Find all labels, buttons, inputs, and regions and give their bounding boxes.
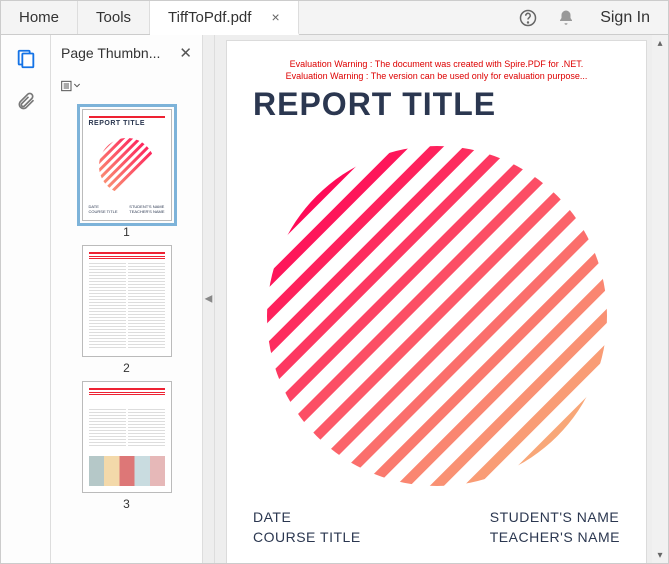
splitter[interactable]: ◀ (203, 35, 215, 563)
page-1: Evaluation Warning : The document was cr… (227, 41, 646, 563)
scroll-up-icon[interactable]: ▴ (652, 35, 668, 51)
thumb-1-num: 1 (123, 225, 130, 239)
tab-file-label: TiffToPdf.pdf (168, 9, 251, 26)
body: Page Thumbn... ✕ REPORT TITLE (1, 35, 668, 563)
app-window: Home Tools TiffToPdf.pdf × Sign In (0, 0, 669, 564)
thumbnails-panel: Page Thumbn... ✕ REPORT TITLE (51, 35, 203, 563)
thumb-page-1[interactable]: REPORT TITLE DATECOURSE TITLE STUDENT'S … (82, 109, 172, 221)
cover-footer: DATE COURSE TITLE STUDENT'S NAME TEACHER… (253, 509, 620, 545)
splitter-grip-icon[interactable]: ◀ (205, 294, 213, 305)
tab-home[interactable]: Home (1, 1, 78, 34)
close-panel-icon[interactable]: ✕ (179, 44, 192, 62)
thumb-2-num: 2 (123, 361, 130, 375)
footer-course: COURSE TITLE (253, 529, 361, 545)
footer-student: STUDENT'S NAME (490, 509, 620, 525)
thumb-redline (89, 252, 165, 254)
tab-bar: Home Tools TiffToPdf.pdf × Sign In (1, 1, 668, 35)
tab-file[interactable]: TiffToPdf.pdf × (150, 1, 299, 35)
thumbnails-toolbar (51, 71, 202, 101)
thumb-3-wrap: 3 (82, 381, 172, 511)
thumb3-text (89, 409, 165, 447)
scroll-down-icon[interactable]: ▾ (652, 547, 668, 563)
tab-tools-label: Tools (96, 9, 131, 26)
thumbnails-title: Page Thumbn... (61, 45, 160, 61)
thumb-3-num: 3 (123, 497, 130, 511)
thumb3-image (89, 456, 165, 486)
report-title: REPORT TITLE (253, 86, 620, 123)
thumb1-graphic (99, 138, 155, 194)
tabbar-spacer (299, 1, 507, 34)
tab-home-label: Home (19, 9, 59, 26)
thumb-redline (89, 388, 165, 390)
thumb-1-wrap: REPORT TITLE DATECOURSE TITLE STUDENT'S … (82, 109, 172, 239)
scroll-track[interactable] (652, 51, 668, 547)
help-icon[interactable] (518, 8, 538, 28)
thumb-redline (89, 116, 165, 118)
thumbnails-icon[interactable] (14, 47, 38, 71)
thumbnails-scroll[interactable]: REPORT TITLE DATECOURSE TITLE STUDENT'S … (51, 101, 202, 563)
thumb-page-3[interactable] (82, 381, 172, 493)
attachment-icon[interactable] (14, 89, 38, 113)
thumb1-foot: DATECOURSE TITLE STUDENT'S NAMETEACHER'S… (89, 204, 165, 214)
footer-teacher: TEACHER'S NAME (490, 529, 620, 545)
thumb-options-icon[interactable] (61, 76, 81, 96)
tool-strip (1, 35, 51, 563)
thumb-page-2[interactable] (82, 245, 172, 357)
eval-warning-2: Evaluation Warning : The version can be … (253, 71, 620, 83)
thumb2-body (89, 263, 165, 350)
footer-date: DATE (253, 509, 361, 525)
document-area[interactable]: Evaluation Warning : The document was cr… (215, 35, 668, 563)
bell-icon[interactable] (556, 8, 576, 28)
tab-close-icon[interactable]: × (271, 9, 279, 25)
eval-warning-1: Evaluation Warning : The document was cr… (253, 59, 620, 71)
thumbnails-header: Page Thumbn... ✕ (51, 35, 202, 71)
thumb1-title: REPORT TITLE (89, 120, 165, 127)
vertical-scrollbar[interactable]: ▴ ▾ (652, 35, 668, 563)
tabbar-right: Sign In (506, 1, 668, 34)
thumb-2-wrap: 2 (82, 245, 172, 375)
cover-graphic (253, 135, 620, 497)
sign-in-button[interactable]: Sign In (594, 9, 656, 27)
tab-tools[interactable]: Tools (78, 1, 150, 34)
